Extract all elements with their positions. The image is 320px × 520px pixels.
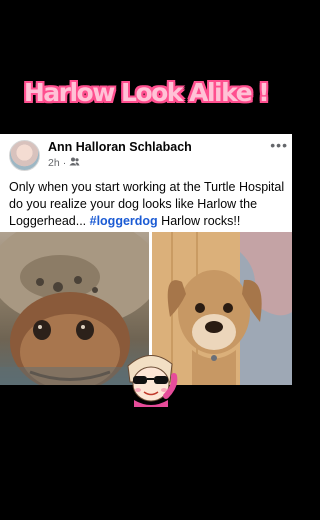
- sunglasses-emoji-sticker: [120, 352, 182, 407]
- post-text: Only when you start working at the Turtl…: [9, 179, 289, 230]
- facebook-post-card: Ann Halloran Schlabach 2h · ••• Only whe…: [0, 134, 292, 385]
- hashtag-link[interactable]: #loggerdog: [90, 214, 158, 228]
- avatar[interactable]: [9, 140, 40, 171]
- post-text-end: Harlow rocks!!: [157, 214, 241, 228]
- headline-overlay: Harlow Look Alike !: [23, 78, 270, 107]
- more-options-icon[interactable]: •••: [270, 137, 288, 153]
- post-time[interactable]: 2h: [48, 157, 60, 169]
- friends-icon[interactable]: [69, 157, 80, 169]
- post-meta: 2h ·: [48, 157, 80, 169]
- author-name[interactable]: Ann Halloran Schlabach: [48, 140, 192, 154]
- meta-separator: ·: [62, 157, 67, 169]
